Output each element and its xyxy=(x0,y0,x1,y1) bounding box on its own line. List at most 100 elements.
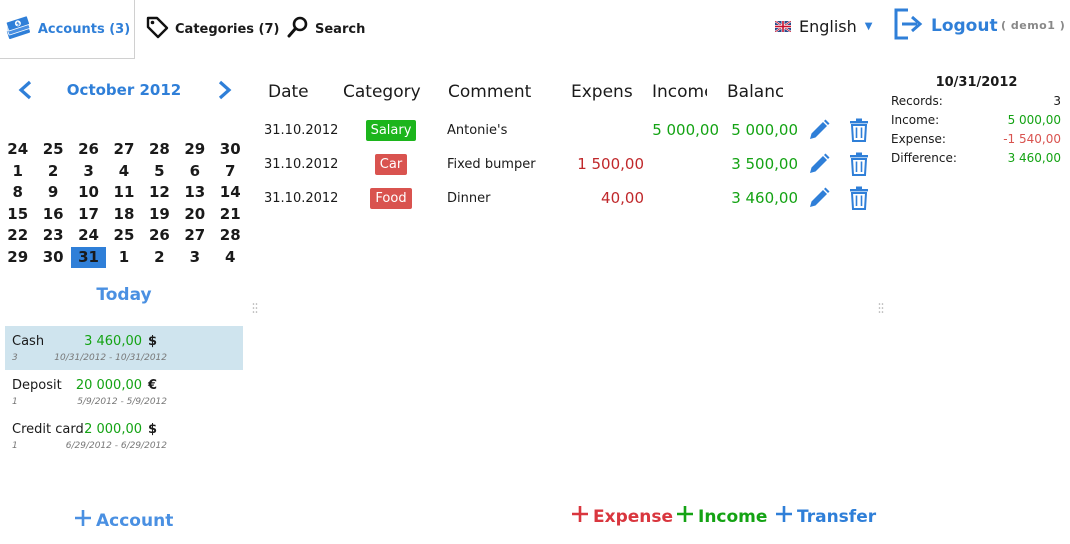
today-button[interactable]: Today xyxy=(60,285,188,305)
account-record-count: 1 xyxy=(12,397,18,407)
calendar-day[interactable]: 5 xyxy=(142,161,177,183)
calendar-day[interactable]: 17 xyxy=(71,204,106,226)
splitter-grip-right[interactable] xyxy=(878,299,884,313)
add-transfer-button[interactable]: Transfer xyxy=(775,505,876,528)
calendar-day[interactable]: 12 xyxy=(142,182,177,204)
calendar-day[interactable]: 10 xyxy=(71,182,106,204)
calendar-week: 24 25 26 27 28 29 30 xyxy=(0,139,248,161)
calendar-day[interactable]: 16 xyxy=(35,204,70,226)
calendar-month-label: October 2012 xyxy=(66,81,182,99)
row-balance: 5 000,00 xyxy=(731,121,798,139)
calendar-day[interactable]: 25 xyxy=(106,225,141,247)
account-item[interactable]: Deposit 20 000,00 €1 5/9/2012 - 5/9/2012 xyxy=(5,370,243,414)
calendar-day[interactable]: 8 xyxy=(0,182,35,204)
tab-categories[interactable]: Categories (7) xyxy=(145,0,279,58)
category-badge[interactable]: Salary xyxy=(365,119,417,141)
calendar-day[interactable]: 26 xyxy=(71,139,106,161)
row-balance: 3 500,00 xyxy=(731,155,798,173)
logout-button[interactable]: Logout xyxy=(893,8,998,44)
calendar-day[interactable]: 14 xyxy=(213,182,248,204)
account-record-count: 1 xyxy=(12,441,18,451)
category-badge[interactable]: Food xyxy=(370,187,412,209)
delete-button[interactable] xyxy=(849,113,869,147)
account-name: Cash xyxy=(12,334,45,349)
calendar-day[interactable]: 27 xyxy=(106,139,141,161)
calendar-day[interactable]: 24 xyxy=(71,225,106,247)
language-label: English xyxy=(799,16,857,36)
account-currency: € xyxy=(148,378,158,393)
row-income: 5 000,00 xyxy=(652,121,719,139)
calendar-day[interactable]: 2 xyxy=(142,247,177,269)
calendar-day[interactable]: 19 xyxy=(142,204,177,226)
header-date[interactable]: Date xyxy=(268,82,309,102)
language-selector[interactable]: English ▼ xyxy=(774,14,872,38)
calendar-day[interactable]: 30 xyxy=(35,247,70,269)
row-category: Food xyxy=(360,181,422,215)
calendar-day[interactable]: 22 xyxy=(0,225,35,247)
calendar-day[interactable]: 2 xyxy=(35,161,70,183)
calendar-day[interactable]: 29 xyxy=(0,247,35,269)
splitter-grip-left[interactable] xyxy=(252,299,258,313)
header-comment[interactable]: Comment xyxy=(448,82,531,102)
calendar-day[interactable]: 3 xyxy=(177,247,212,269)
calendar-day[interactable]: 7 xyxy=(213,161,248,183)
edit-button[interactable] xyxy=(807,113,831,147)
table-row[interactable]: 31.10.2012 Salary Antonie's 5 000,00 5 000,0… xyxy=(260,113,880,147)
calendar-day[interactable]: 4 xyxy=(213,247,248,269)
summary-label: Income: xyxy=(891,113,940,127)
header-category[interactable]: Category xyxy=(343,82,421,102)
tab-accounts[interactable]: $ Accounts (3) xyxy=(0,0,135,59)
next-month-button[interactable] xyxy=(214,80,234,100)
tab-search[interactable]: Search xyxy=(287,0,365,58)
calendar-day[interactable]: 15 xyxy=(0,204,35,226)
pencil-icon xyxy=(807,152,831,176)
calendar-day[interactable]: 21 xyxy=(213,204,248,226)
add-account-button[interactable]: Account xyxy=(74,509,173,532)
row-expense xyxy=(560,113,644,147)
summary-row: Income: 5 000,00 xyxy=(891,113,1061,132)
calendar-day[interactable]: 28 xyxy=(142,139,177,161)
account-date-range: 5/9/2012 - 5/9/2012 xyxy=(77,397,167,407)
calendar-day[interactable]: 30 xyxy=(213,139,248,161)
account-item[interactable]: Credit card 2 000,00 $1 6/29/2012 - 6/29/20… xyxy=(5,414,243,458)
calendar-day[interactable]: 25 xyxy=(35,139,70,161)
calendar-day[interactable]: 24 xyxy=(0,139,35,161)
add-transfer-label: Transfer xyxy=(797,506,877,527)
delete-button[interactable] xyxy=(849,147,869,181)
calendar-day[interactable]: 27 xyxy=(177,225,212,247)
calendar-day[interactable]: 28 xyxy=(213,225,248,247)
calendar-day[interactable]: 6 xyxy=(177,161,212,183)
add-income-button[interactable]: Income xyxy=(676,505,767,528)
calendar-day[interactable]: 3 xyxy=(71,161,106,183)
tab-categories-label: Categories (7) xyxy=(175,21,280,37)
calendar-day[interactable]: 20 xyxy=(177,204,212,226)
add-expense-button[interactable]: Expense xyxy=(571,505,673,528)
row-balance: 3 460,00 xyxy=(731,189,798,207)
account-item[interactable]: Cash 3 460,00 $3 10/31/2012 - 10/31/2012 xyxy=(5,326,243,370)
table-row[interactable]: 31.10.2012 Food Dinner 40,00 3 460,00 xyxy=(260,181,880,215)
delete-button[interactable] xyxy=(849,181,869,215)
header-income[interactable]: Income xyxy=(652,82,707,102)
table-row[interactable]: 31.10.2012 Car Fixed bumper 1 500,00 3 500,0… xyxy=(260,147,880,181)
calendar-day[interactable]: 23 xyxy=(35,225,70,247)
edit-button[interactable] xyxy=(807,147,831,181)
calendar-day[interactable]: 4 xyxy=(106,161,141,183)
calendar-day[interactable]: 18 xyxy=(106,204,141,226)
calendar-day[interactable]: 1 xyxy=(0,161,35,183)
calendar-day[interactable]: 11 xyxy=(106,182,141,204)
calendar-day[interactable]: 9 xyxy=(35,182,70,204)
header-balance[interactable]: Balance xyxy=(727,82,783,102)
calendar-day[interactable]: 29 xyxy=(177,139,212,161)
account-currency: $ xyxy=(148,422,158,437)
category-badge[interactable]: Car xyxy=(374,153,408,175)
logout-icon xyxy=(893,7,925,45)
pencil-icon xyxy=(807,118,831,142)
edit-button[interactable] xyxy=(807,181,831,215)
calendar-day-selected[interactable]: 31 xyxy=(70,246,107,268)
calendar-day[interactable]: 1 xyxy=(106,247,141,269)
header-expense[interactable]: Expense xyxy=(571,82,633,102)
calendar-day[interactable]: 13 xyxy=(177,182,212,204)
row-comment: Antonie's xyxy=(447,122,508,138)
calendar-day[interactable]: 26 xyxy=(142,225,177,247)
prev-month-button[interactable] xyxy=(16,80,36,100)
